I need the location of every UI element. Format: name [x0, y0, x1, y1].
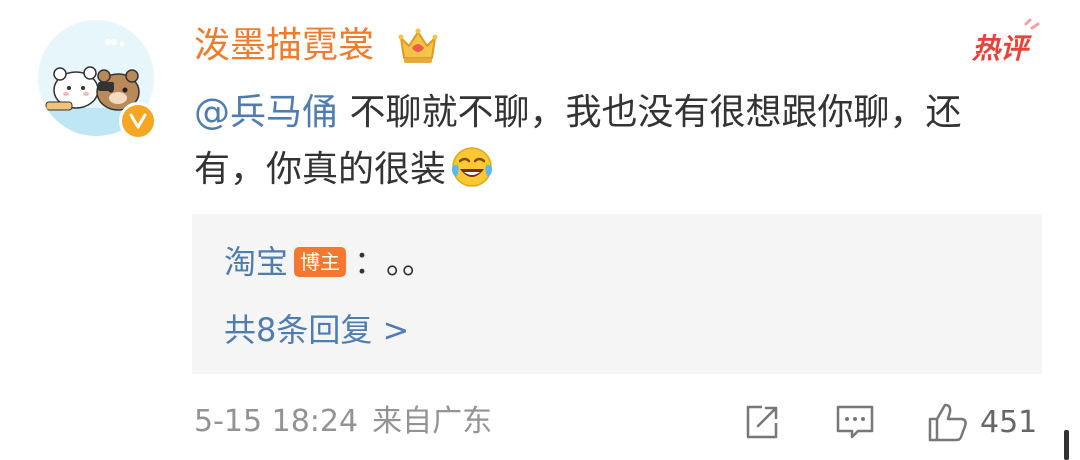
like-icon — [928, 403, 967, 442]
svg-text:热评: 热评 — [971, 32, 1032, 65]
comment-icon — [836, 405, 874, 439]
crown-icon — [396, 24, 440, 68]
laugh-cry-emoji-icon — [450, 145, 494, 189]
reply-item: 淘宝 博主 ：。。 — [224, 240, 434, 284]
more-replies-link[interactable]: 共8条回复 > — [224, 308, 409, 352]
verified-badge-icon — [119, 102, 157, 140]
comment-location: 来自广东 — [372, 404, 493, 439]
scroll-indicator — [1064, 430, 1069, 460]
like-count: 451 — [980, 404, 1038, 440]
reply-separator: ： — [354, 243, 387, 281]
comment-date: 5-15 18:24 — [194, 404, 359, 439]
comment-button[interactable] — [834, 400, 876, 444]
share-icon — [746, 405, 778, 439]
reply-text: 。。 — [386, 243, 435, 281]
like-button[interactable]: 451 — [926, 400, 1037, 444]
comment-card: 泼墨描霓裳 热评 @兵马俑 不聊就不聊，我也没有很想跟你聊，还有，你真的很装 淘… — [0, 0, 1080, 460]
hot-comment-tag: 热评 — [970, 18, 1042, 66]
comment-text: @兵马俑 不聊就不聊，我也没有很想跟你聊，还有，你真的很装 — [194, 84, 994, 198]
username[interactable]: 泼墨描霓裳 — [194, 22, 374, 70]
mention-link[interactable]: @兵马俑 — [194, 92, 338, 133]
share-button[interactable] — [742, 400, 782, 444]
reply-preview[interactable]: 淘宝 博主 ：。。 共8条回复 > — [192, 214, 1042, 374]
reply-author[interactable]: 淘宝 — [224, 240, 288, 284]
comment-meta: 5-15 18:24 来自广东 — [194, 400, 492, 444]
blogger-badge: 博主 — [294, 247, 347, 277]
